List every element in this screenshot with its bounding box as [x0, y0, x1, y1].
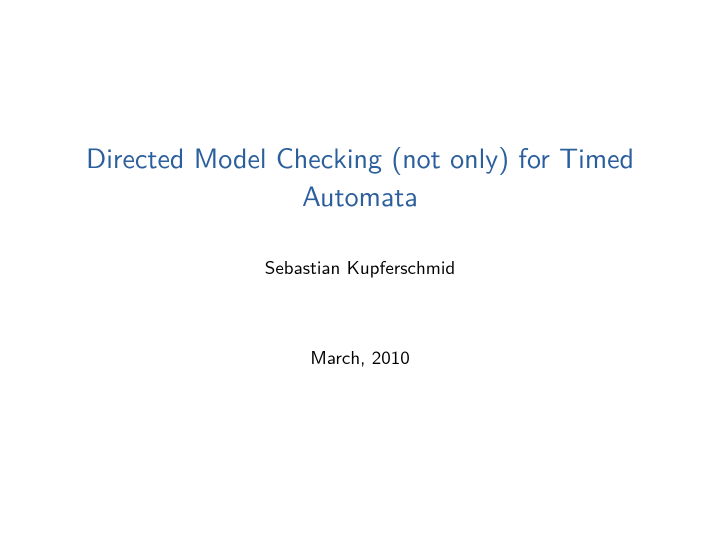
slide-title: Directed Model Checking (not only) for T…	[50, 138, 670, 214]
slide-date: March, 2010	[0, 342, 720, 370]
title-line-1: Directed Model Checking (not only) for T…	[50, 138, 670, 176]
slide-author: Sebastian Kupferschmid	[0, 252, 720, 280]
title-line-2: Automata	[50, 176, 670, 214]
slide: Directed Model Checking (not only) for T…	[0, 0, 720, 541]
